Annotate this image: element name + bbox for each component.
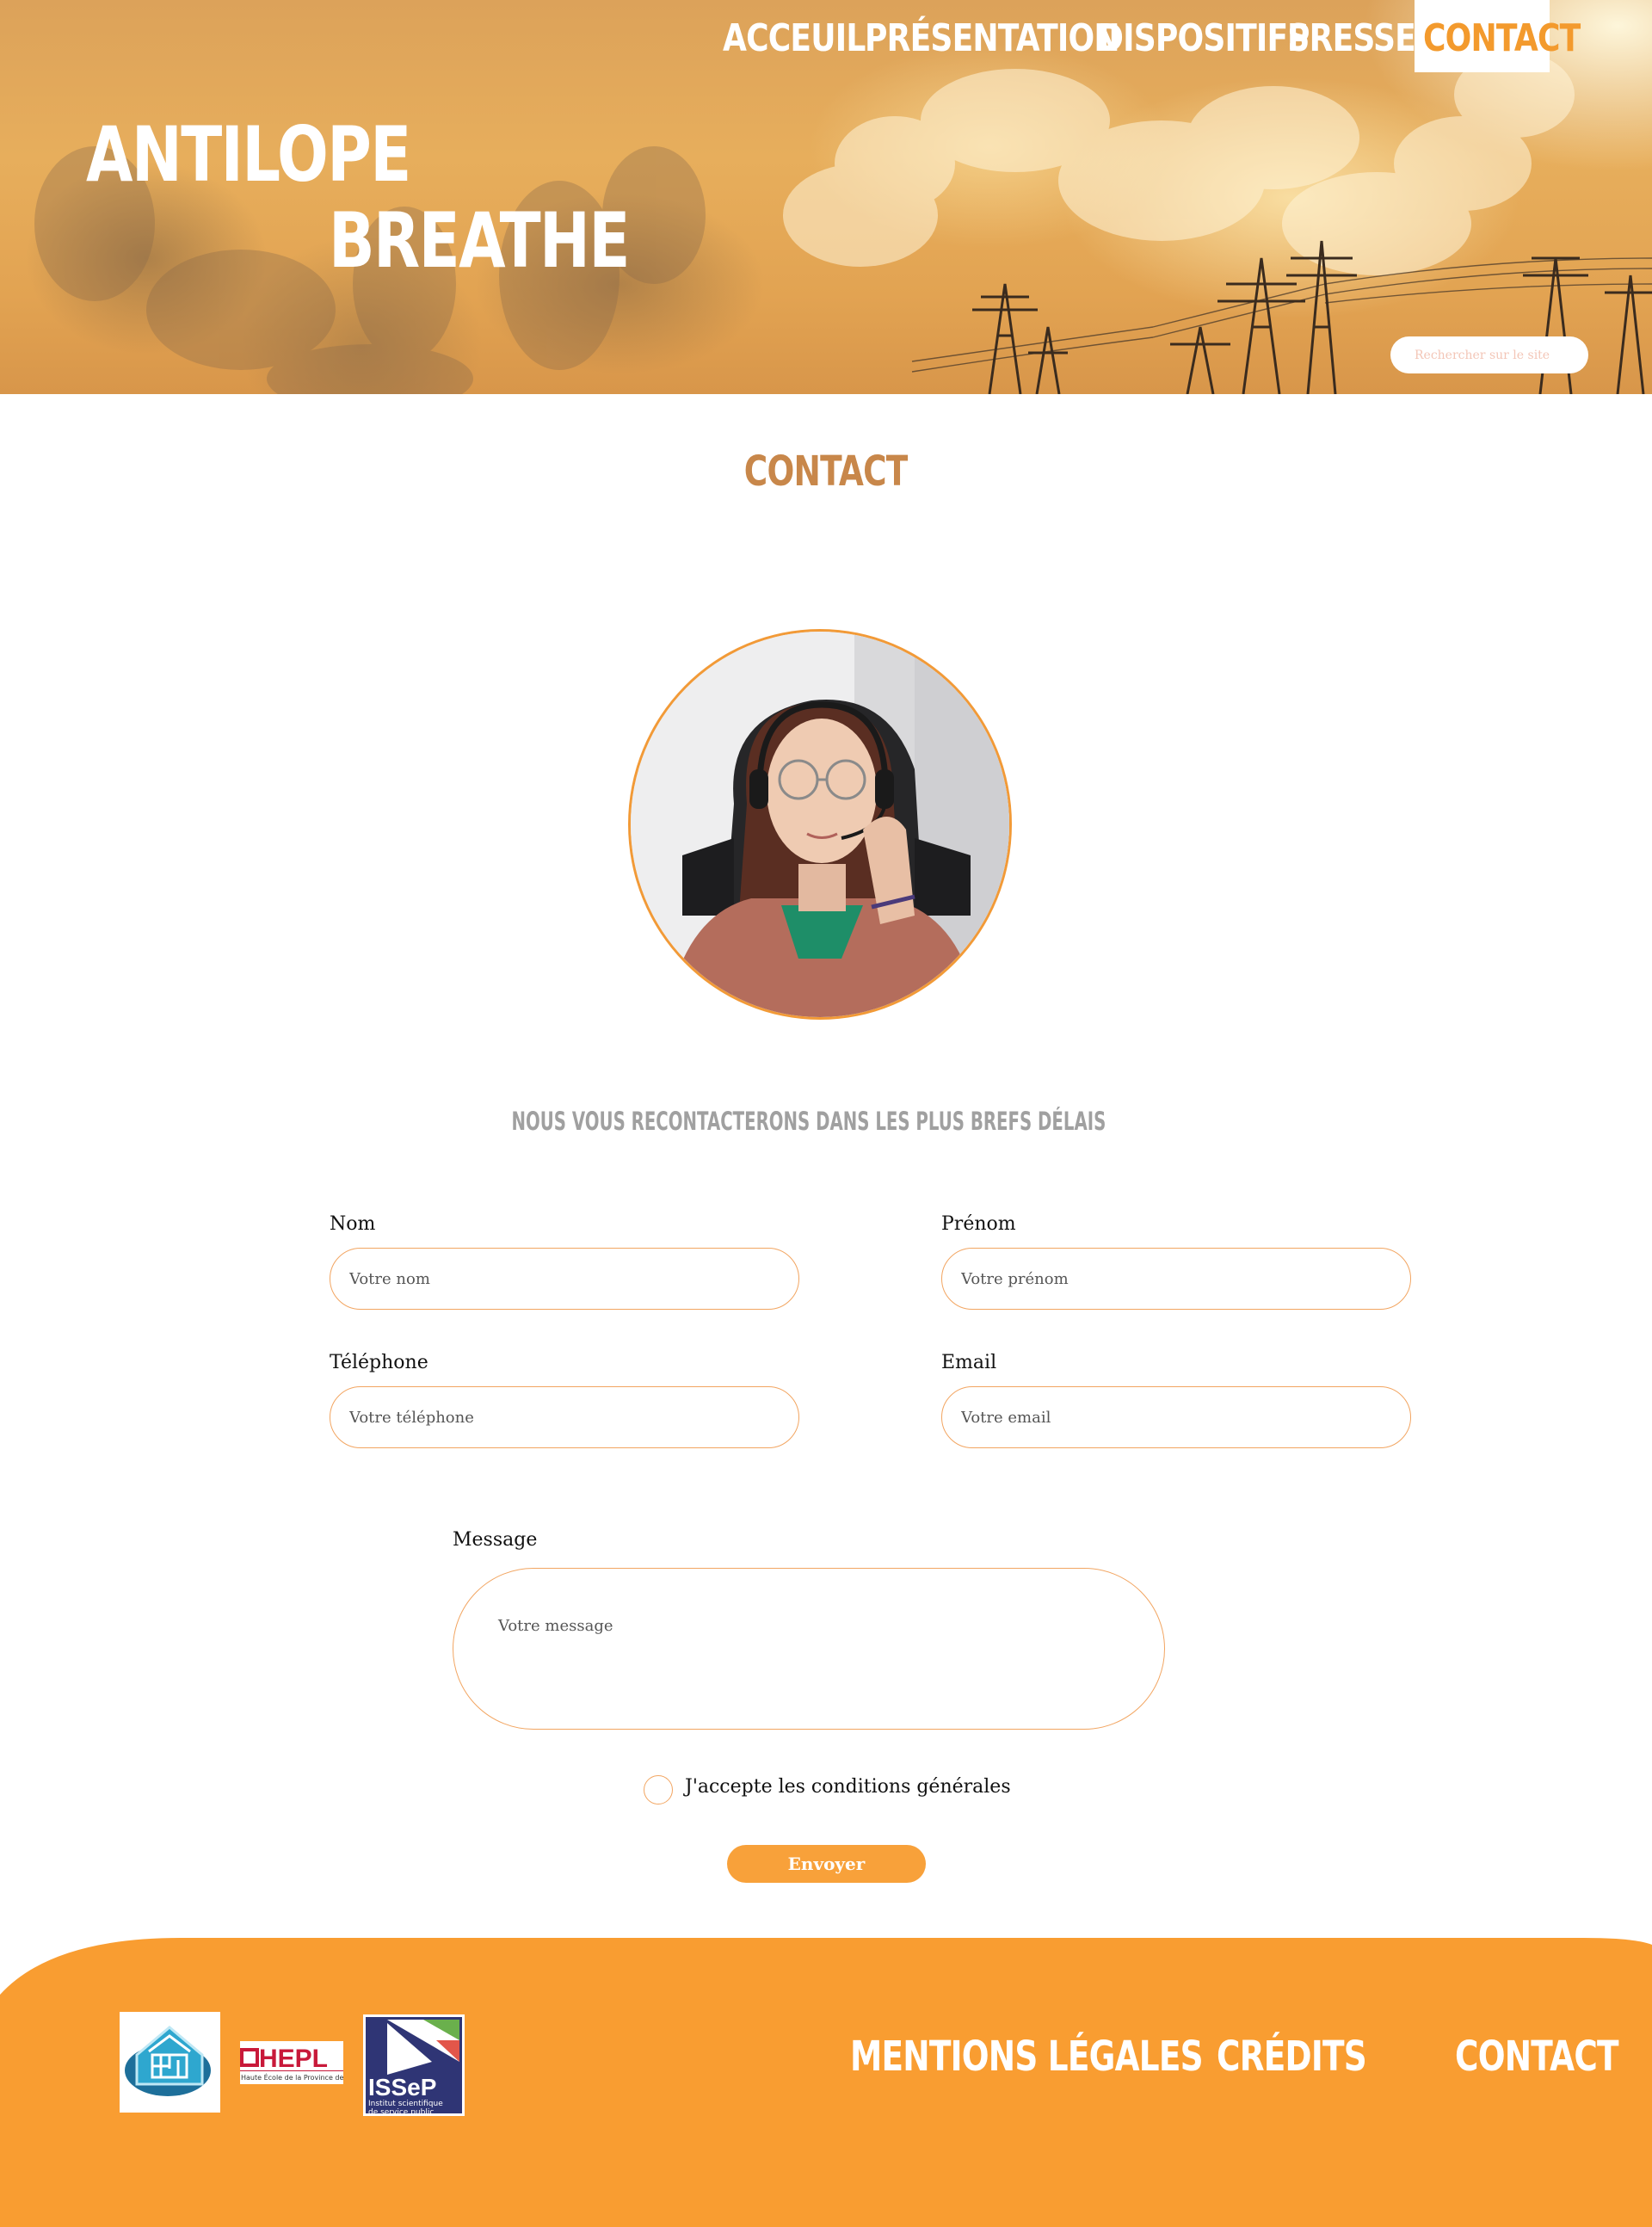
hepl-logo-icon: HEPL Haute École de la Province de Liège [240, 2045, 365, 2082]
page-title-text: CONTACT [744, 447, 909, 496]
svg-text:HEPL: HEPL [259, 2045, 328, 2073]
prenom-label: Prénom [941, 1213, 1016, 1235]
nav-item-contact[interactable]: CONTACT [1423, 12, 1581, 65]
nav-item-acceuil[interactable]: ACCEUIL [723, 12, 866, 65]
logo-antilope [120, 2012, 220, 2113]
svg-text:Institut scientifique: Institut scientifique [368, 2100, 443, 2108]
main-nav: ACCEUIL PRÉSENTATION DISPOSITIFS PRESSE … [0, 0, 1652, 74]
footer-link-mentions-legales[interactable]: MENTIONS LÉGALES [850, 2033, 1204, 2081]
message-label: Message [453, 1529, 538, 1551]
footer-link-credits[interactable]: CRÉDITS [1217, 2033, 1367, 2081]
email-field[interactable] [941, 1386, 1411, 1448]
terms-label: J'accepte les conditions générales [685, 1776, 1011, 1798]
issep-logo-icon: ISSeP Institut scientifique de service p… [366, 2017, 462, 2117]
hero-header: ACCEUIL PRÉSENTATION DISPOSITIFS PRESSE … [0, 0, 1652, 394]
terms-checkbox[interactable] [644, 1775, 673, 1804]
message-field[interactable] [453, 1568, 1165, 1730]
avatar-illustration [631, 632, 1009, 1017]
nav-item-presse[interactable]: PRESSE [1287, 12, 1416, 65]
svg-text:de service public: de service public [368, 2108, 434, 2116]
nav-item-presentation[interactable]: PRÉSENTATION [865, 12, 1120, 65]
brand-title-line1: ANTILOPE [86, 110, 411, 199]
logo-issep: ISSeP Institut scientifique de service p… [363, 2014, 465, 2117]
nav-item-dispositifs[interactable]: DISPOSITIFS [1098, 12, 1310, 65]
nom-field[interactable] [330, 1248, 799, 1310]
brand-title-line2: BREATHE [329, 196, 630, 285]
site-search-input[interactable] [1390, 336, 1588, 373]
page-title: CONTACT [0, 447, 1652, 496]
contact-subtitle-text: NOUS VOUS RECONTACTERONS DANS LES PLUS B… [511, 1107, 1106, 1136]
logo-hepl: HEPL Haute École de la Province de Liège [240, 2041, 365, 2084]
submit-button[interactable]: Envoyer [727, 1845, 926, 1883]
svg-text:ISSeP: ISSeP [368, 2074, 436, 2101]
contact-person-avatar [628, 629, 1012, 1020]
nom-label: Nom [330, 1213, 376, 1235]
telephone-field[interactable] [330, 1386, 799, 1448]
antilope-logo-icon [125, 2026, 211, 2096]
footer-link-contact[interactable]: CONTACT [1455, 2033, 1619, 2081]
contact-subtitle: NOUS VOUS RECONTACTERONS DANS LES PLUS B… [0, 1107, 1618, 1136]
prenom-field[interactable] [941, 1248, 1411, 1310]
telephone-label: Téléphone [330, 1352, 428, 1373]
svg-text:Haute École de la Province de: Haute École de la Province de Liège [241, 2072, 343, 2082]
site-footer: HEPL Haute École de la Province de Liège… [0, 1938, 1652, 2227]
email-label: Email [941, 1352, 997, 1373]
